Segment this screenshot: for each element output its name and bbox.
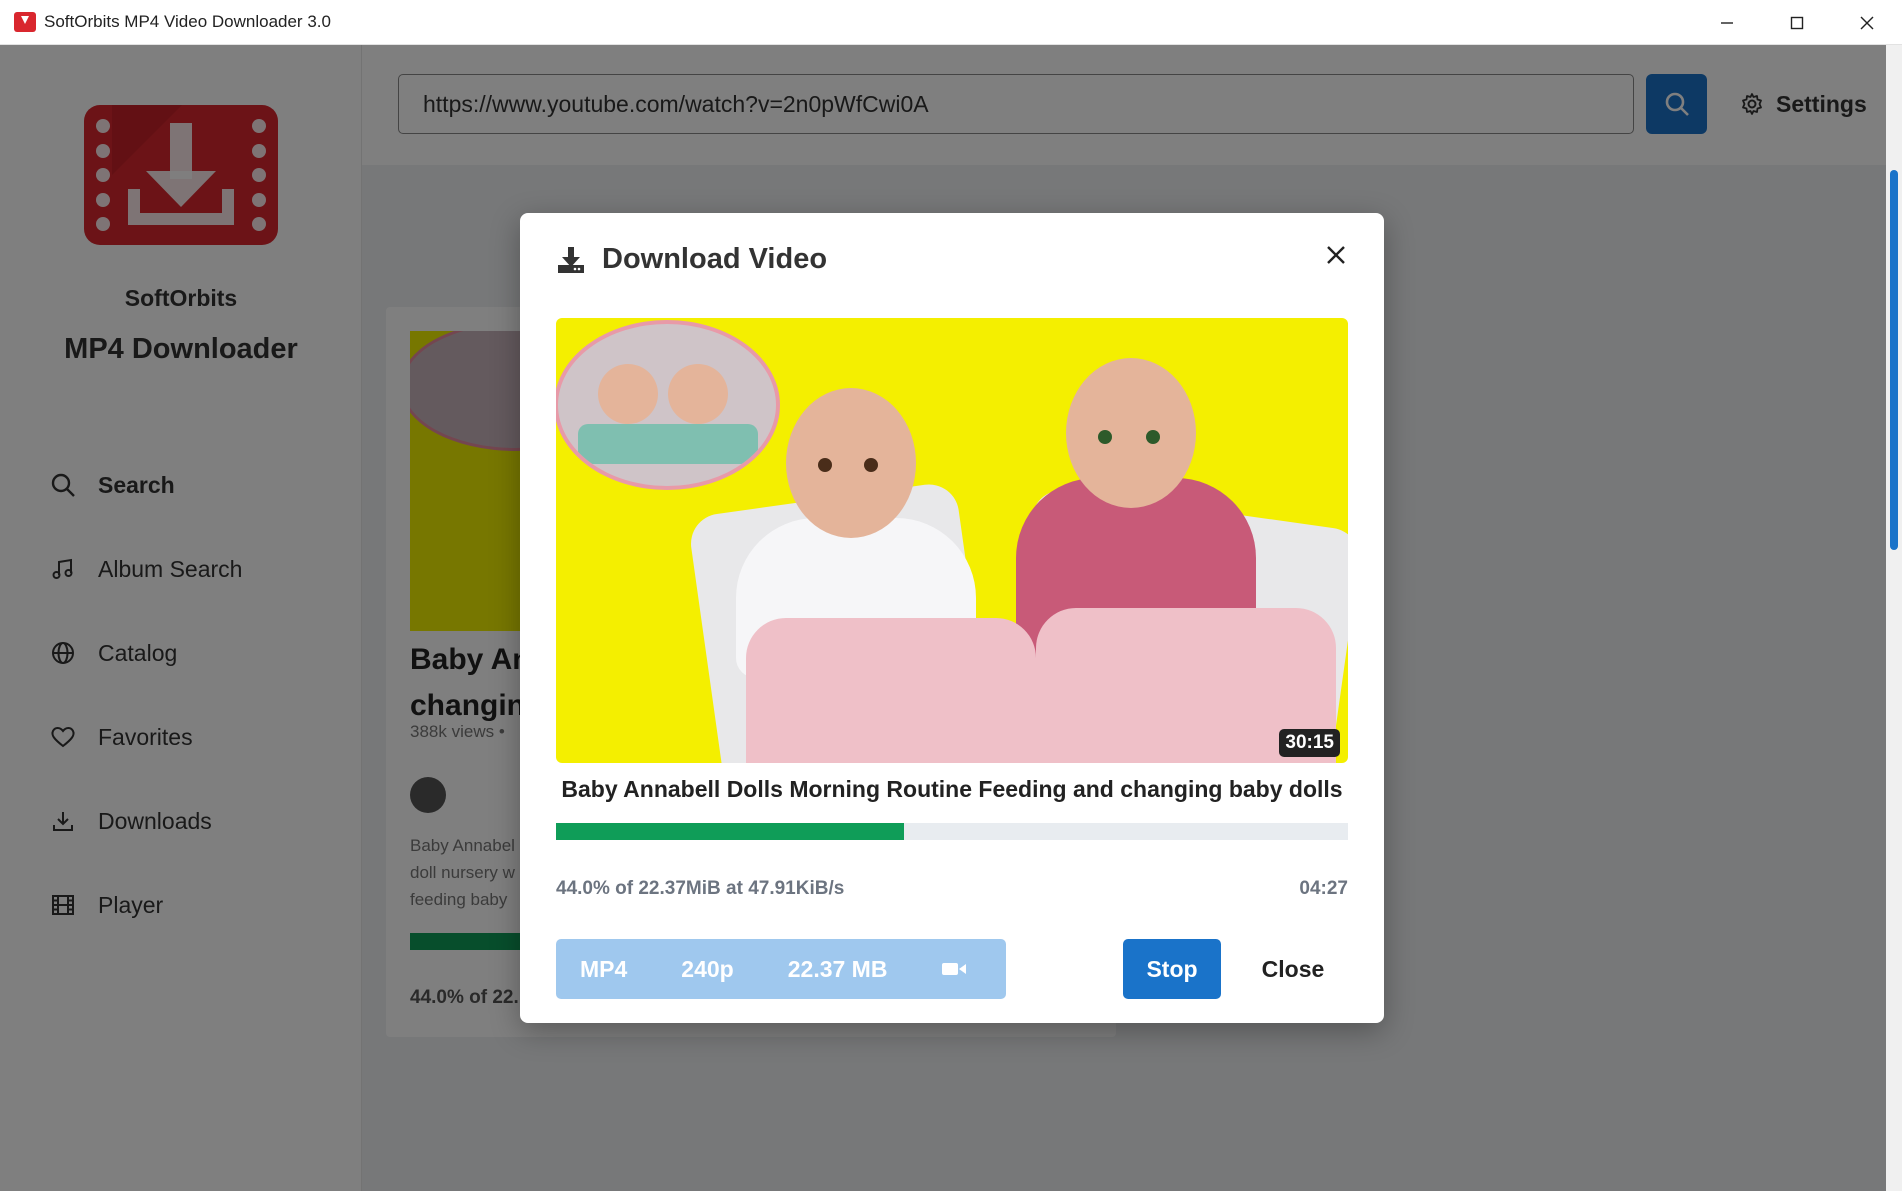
maximize-icon[interactable] bbox=[1762, 0, 1832, 45]
video-camera-icon bbox=[941, 960, 967, 978]
video-title: Baby Annabell Dolls Morning Routine Feed… bbox=[561, 776, 1343, 802]
close-icon bbox=[1325, 244, 1347, 266]
video-thumbnail: 30:15 bbox=[556, 318, 1348, 763]
format-container: MP4 bbox=[580, 955, 628, 982]
dialog-title: Download Video bbox=[602, 243, 828, 275]
app-icon bbox=[14, 12, 36, 32]
title-bar: SoftOrbits MP4 Video Downloader 3.0 bbox=[0, 0, 1902, 45]
format-resolution: 240p bbox=[681, 955, 734, 982]
download-icon bbox=[556, 245, 586, 275]
minimize-icon[interactable] bbox=[1692, 0, 1762, 45]
close-icon[interactable] bbox=[1832, 0, 1902, 45]
window-title: SoftOrbits MP4 Video Downloader 3.0 bbox=[44, 12, 331, 31]
download-progress-bar bbox=[556, 823, 1348, 840]
video-duration: 30:15 bbox=[1279, 729, 1340, 757]
scrollbar[interactable] bbox=[1886, 45, 1902, 1191]
format-info: MP4 240p 22.37 MB bbox=[556, 939, 1006, 999]
scrollbar-thumb[interactable] bbox=[1890, 170, 1898, 550]
dialog-header: Download Video bbox=[556, 243, 827, 276]
download-progress-fill bbox=[556, 823, 905, 840]
format-size: 22.37 MB bbox=[787, 955, 888, 982]
window-controls bbox=[1692, 0, 1902, 45]
time-remaining: 04:27 bbox=[1299, 878, 1348, 899]
download-status: 44.0% of 22.37MiB at 47.91KiB/s bbox=[556, 878, 845, 899]
close-button[interactable]: Close bbox=[1238, 939, 1348, 999]
dialog-close-button[interactable] bbox=[1318, 237, 1354, 273]
stop-button[interactable]: Stop bbox=[1123, 939, 1221, 999]
download-dialog: Download Video 30:15 Baby Annabell Dolls… bbox=[520, 213, 1384, 1023]
